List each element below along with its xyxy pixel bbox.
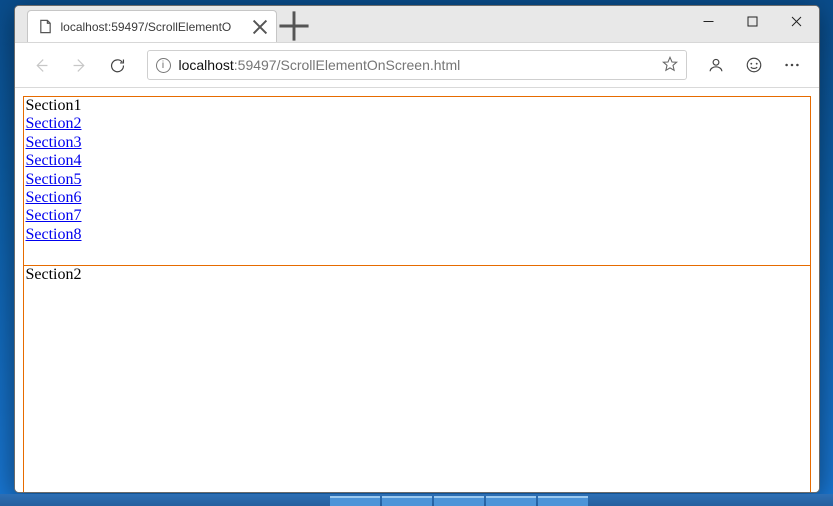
section-link[interactable]: Section4 [26, 152, 82, 169]
feedback-button[interactable] [737, 48, 771, 82]
window-maximize-button[interactable] [731, 6, 775, 36]
taskbar [0, 494, 833, 506]
window-minimize-button[interactable] [687, 6, 731, 36]
browser-tab[interactable]: localhost:59497/ScrollElementO [27, 10, 277, 42]
list-item: Section7 [26, 207, 808, 225]
list-item: Section5 [26, 171, 808, 189]
list-item: Section6 [26, 189, 808, 207]
forward-button[interactable] [63, 48, 97, 82]
section1-links: Section2 Section3Section4 Section5Section6… [24, 115, 810, 244]
url-host: localhost [179, 57, 234, 73]
section-link[interactable]: Section8 [26, 226, 82, 243]
toolbar-right [699, 48, 809, 82]
tab-title: localhost:59497/ScrollElementO [61, 20, 244, 34]
profile-button[interactable] [699, 48, 733, 82]
url-text: localhost:59497/ScrollElementOnScreen.ht… [179, 57, 654, 73]
browser-window: localhost:59497/ScrollElementO [14, 5, 820, 493]
url-port: :59497 [234, 57, 277, 73]
refresh-button[interactable] [101, 48, 135, 82]
section-link[interactable]: Section5 [26, 171, 82, 188]
list-item: Section4 [26, 152, 808, 170]
section-link[interactable]: Section6 [26, 189, 82, 206]
back-button[interactable] [25, 48, 59, 82]
section-link[interactable]: Section2 [26, 115, 82, 132]
favorite-icon[interactable] [662, 56, 678, 75]
page-icon [38, 19, 53, 34]
page-scroll-area[interactable]: Section1 Section2Section3Section4Section… [15, 88, 819, 492]
more-button[interactable] [775, 48, 809, 82]
list-item: Section8 [26, 226, 808, 244]
url-path: /ScrollElementOnScreen.html [277, 57, 461, 73]
tab-close-button[interactable] [252, 19, 268, 35]
window-close-button[interactable] [775, 6, 819, 36]
toolbar: i localhost:59497/ScrollElementOnScreen.… [15, 42, 819, 88]
viewport: Section1 Section2Section3Section4Section… [15, 88, 819, 492]
window-controls [687, 6, 819, 36]
section2-title: Section2 [24, 266, 810, 284]
section-box-2: Section2 [23, 266, 811, 492]
page-body: Section1 Section2Section3Section4Section… [15, 88, 819, 492]
section1-title: Section1 [24, 97, 810, 115]
taskbar-items [330, 496, 588, 506]
list-item: Section3 [26, 134, 808, 152]
section-link[interactable]: Section7 [26, 207, 82, 224]
section-link[interactable]: Section3 [26, 134, 82, 151]
titlebar: localhost:59497/ScrollElementO [15, 6, 819, 42]
address-bar[interactable]: i localhost:59497/ScrollElementOnScreen.… [147, 50, 687, 80]
list-item: Section2 [26, 115, 808, 133]
new-tab-button[interactable] [277, 10, 311, 42]
section-box-1: Section1 Section2Section3Section4Section… [23, 96, 811, 266]
site-info-icon[interactable]: i [156, 58, 171, 73]
